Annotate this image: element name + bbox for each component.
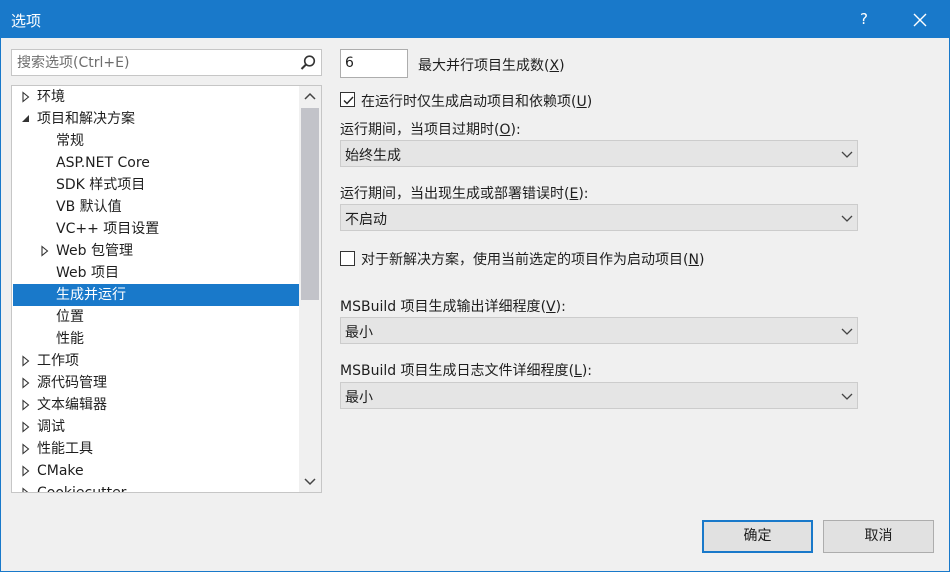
tree-item-label: 性能工具 xyxy=(37,441,93,457)
tree-item[interactable]: 工作项 xyxy=(13,350,299,372)
msbuild-output-value: 最小 xyxy=(345,325,373,341)
collapsed-arrow-icon[interactable] xyxy=(21,487,31,493)
chevron-up-icon xyxy=(304,92,316,100)
tree-item-label: 常规 xyxy=(56,133,84,149)
tree-item[interactable]: 项目和解决方案 xyxy=(13,108,299,130)
tree-item[interactable]: SDK 样式项目 xyxy=(13,174,299,196)
collapsed-arrow-icon[interactable] xyxy=(40,245,50,257)
max-parallel-input[interactable]: 6 xyxy=(340,49,408,78)
chevron-down-icon xyxy=(841,151,853,158)
ok-button[interactable]: 确定 xyxy=(702,520,813,553)
tree-item[interactable]: VC++ 项目设置 xyxy=(13,218,299,240)
window-title: 选项 xyxy=(11,12,42,30)
tree-item-label: Web 包管理 xyxy=(56,243,133,259)
chevron-down-icon xyxy=(841,393,853,400)
errors-value: 不启动 xyxy=(345,212,387,228)
tree-item[interactable]: 位置 xyxy=(13,306,299,328)
tree-item[interactable]: ASP.NET Core xyxy=(13,152,299,174)
build-startup-checkbox[interactable] xyxy=(340,92,355,107)
tree-item[interactable]: 环境 xyxy=(13,86,299,108)
errors-label: 运行期间，当出现生成或部署错误时(E): xyxy=(340,186,589,202)
scroll-down-button[interactable] xyxy=(299,470,321,492)
collapsed-arrow-icon[interactable] xyxy=(21,91,31,103)
msbuild-log-dropdown[interactable]: 最小 xyxy=(340,382,858,409)
tree-item-label: VB 默认值 xyxy=(56,199,122,215)
msbuild-output-dropdown[interactable]: 最小 xyxy=(340,317,858,344)
tree-item-label: VC++ 项目设置 xyxy=(56,221,160,237)
cancel-button[interactable]: 取消 xyxy=(823,520,934,553)
tree-item[interactable]: CMake xyxy=(13,460,299,482)
collapsed-arrow-icon[interactable] xyxy=(21,465,31,477)
tree-item-label: 位置 xyxy=(56,309,84,325)
collapsed-arrow-icon[interactable] xyxy=(21,377,31,389)
chevron-down-icon xyxy=(841,215,853,222)
help-button[interactable]: ? xyxy=(847,1,881,38)
tree-item-label: ASP.NET Core xyxy=(56,155,150,171)
tree-item[interactable]: 调试 xyxy=(13,416,299,438)
tree-item[interactable]: VB 默认值 xyxy=(13,196,299,218)
collapsed-arrow-icon[interactable] xyxy=(21,421,31,433)
tree-item-label: 工作项 xyxy=(37,353,79,369)
tree-item-label: 环境 xyxy=(37,89,65,105)
expanded-arrow-icon[interactable] xyxy=(21,113,31,125)
tree-item[interactable]: Web 包管理 xyxy=(13,240,299,262)
tree-item-label: CMake xyxy=(37,463,84,479)
msbuild-output-label: MSBuild 项目生成输出详细程度(V): xyxy=(340,299,566,315)
tree-item-label: 生成并运行 xyxy=(56,287,126,303)
close-icon xyxy=(913,13,927,27)
tree-item-label: Cookiecutter xyxy=(37,485,127,493)
build-startup-label[interactable]: 在运行时仅生成启动项目和依赖项(U) xyxy=(361,91,592,111)
errors-dropdown[interactable]: 不启动 xyxy=(340,204,858,231)
outdated-dropdown[interactable]: 始终生成 xyxy=(340,140,858,167)
chevron-down-icon xyxy=(304,478,316,486)
search-input[interactable] xyxy=(12,50,292,75)
tree-item[interactable]: Cookiecutter xyxy=(13,482,299,493)
tree-item-label: 调试 xyxy=(37,419,65,435)
msbuild-log-label: MSBuild 项目生成日志文件详细程度(L): xyxy=(340,363,593,379)
max-parallel-label: 最大并行项目生成数(X) xyxy=(418,58,565,74)
search-icon[interactable] xyxy=(299,54,317,72)
tree-scrollbar[interactable] xyxy=(299,86,321,492)
tree-item-label: 源代码管理 xyxy=(37,375,107,391)
new-solution-label[interactable]: 对于新解决方案，使用当前选定的项目作为启动项目(N) xyxy=(361,249,704,269)
collapsed-arrow-icon[interactable] xyxy=(21,443,31,455)
new-solution-checkbox[interactable] xyxy=(340,251,355,266)
collapsed-arrow-icon[interactable] xyxy=(21,399,31,411)
tree-item-label: 文本编辑器 xyxy=(37,397,107,413)
msbuild-log-value: 最小 xyxy=(345,390,373,406)
tree-item[interactable]: 生成并运行 xyxy=(13,284,299,306)
options-tree[interactable]: Cookiecutter CMake 性能工具 调试 文本编辑器 源代码管理 工作项 性能 位置… xyxy=(11,85,322,493)
collapsed-arrow-icon[interactable] xyxy=(21,355,31,367)
scroll-up-button[interactable] xyxy=(299,86,321,108)
title-bar: 选项 ? xyxy=(1,1,949,38)
tree-item-label: 性能 xyxy=(56,331,84,347)
tree-item-label: SDK 样式项目 xyxy=(56,177,146,193)
outdated-value: 始终生成 xyxy=(345,148,401,164)
check-icon xyxy=(343,96,354,105)
tree-item-label: Web 项目 xyxy=(56,265,119,281)
tree-item[interactable]: 源代码管理 xyxy=(13,372,299,394)
tree-item[interactable]: 常规 xyxy=(13,130,299,152)
tree-item[interactable]: 性能工具 xyxy=(13,438,299,460)
scroll-thumb[interactable] xyxy=(301,108,319,300)
search-box[interactable] xyxy=(11,49,322,76)
options-dialog: 选项 ? Cookiecutter CMake 性能工具 调试 文本编辑器 源代码管理 工作… xyxy=(0,0,950,572)
close-button[interactable] xyxy=(903,1,937,38)
tree-item[interactable]: 性能 xyxy=(13,328,299,350)
outdated-label: 运行期间，当项目过期时(O): xyxy=(340,122,521,138)
tree-item-label: 项目和解决方案 xyxy=(37,111,135,127)
chevron-down-icon xyxy=(841,328,853,335)
tree-item[interactable]: 文本编辑器 xyxy=(13,394,299,416)
tree-item[interactable]: Web 项目 xyxy=(13,262,299,284)
